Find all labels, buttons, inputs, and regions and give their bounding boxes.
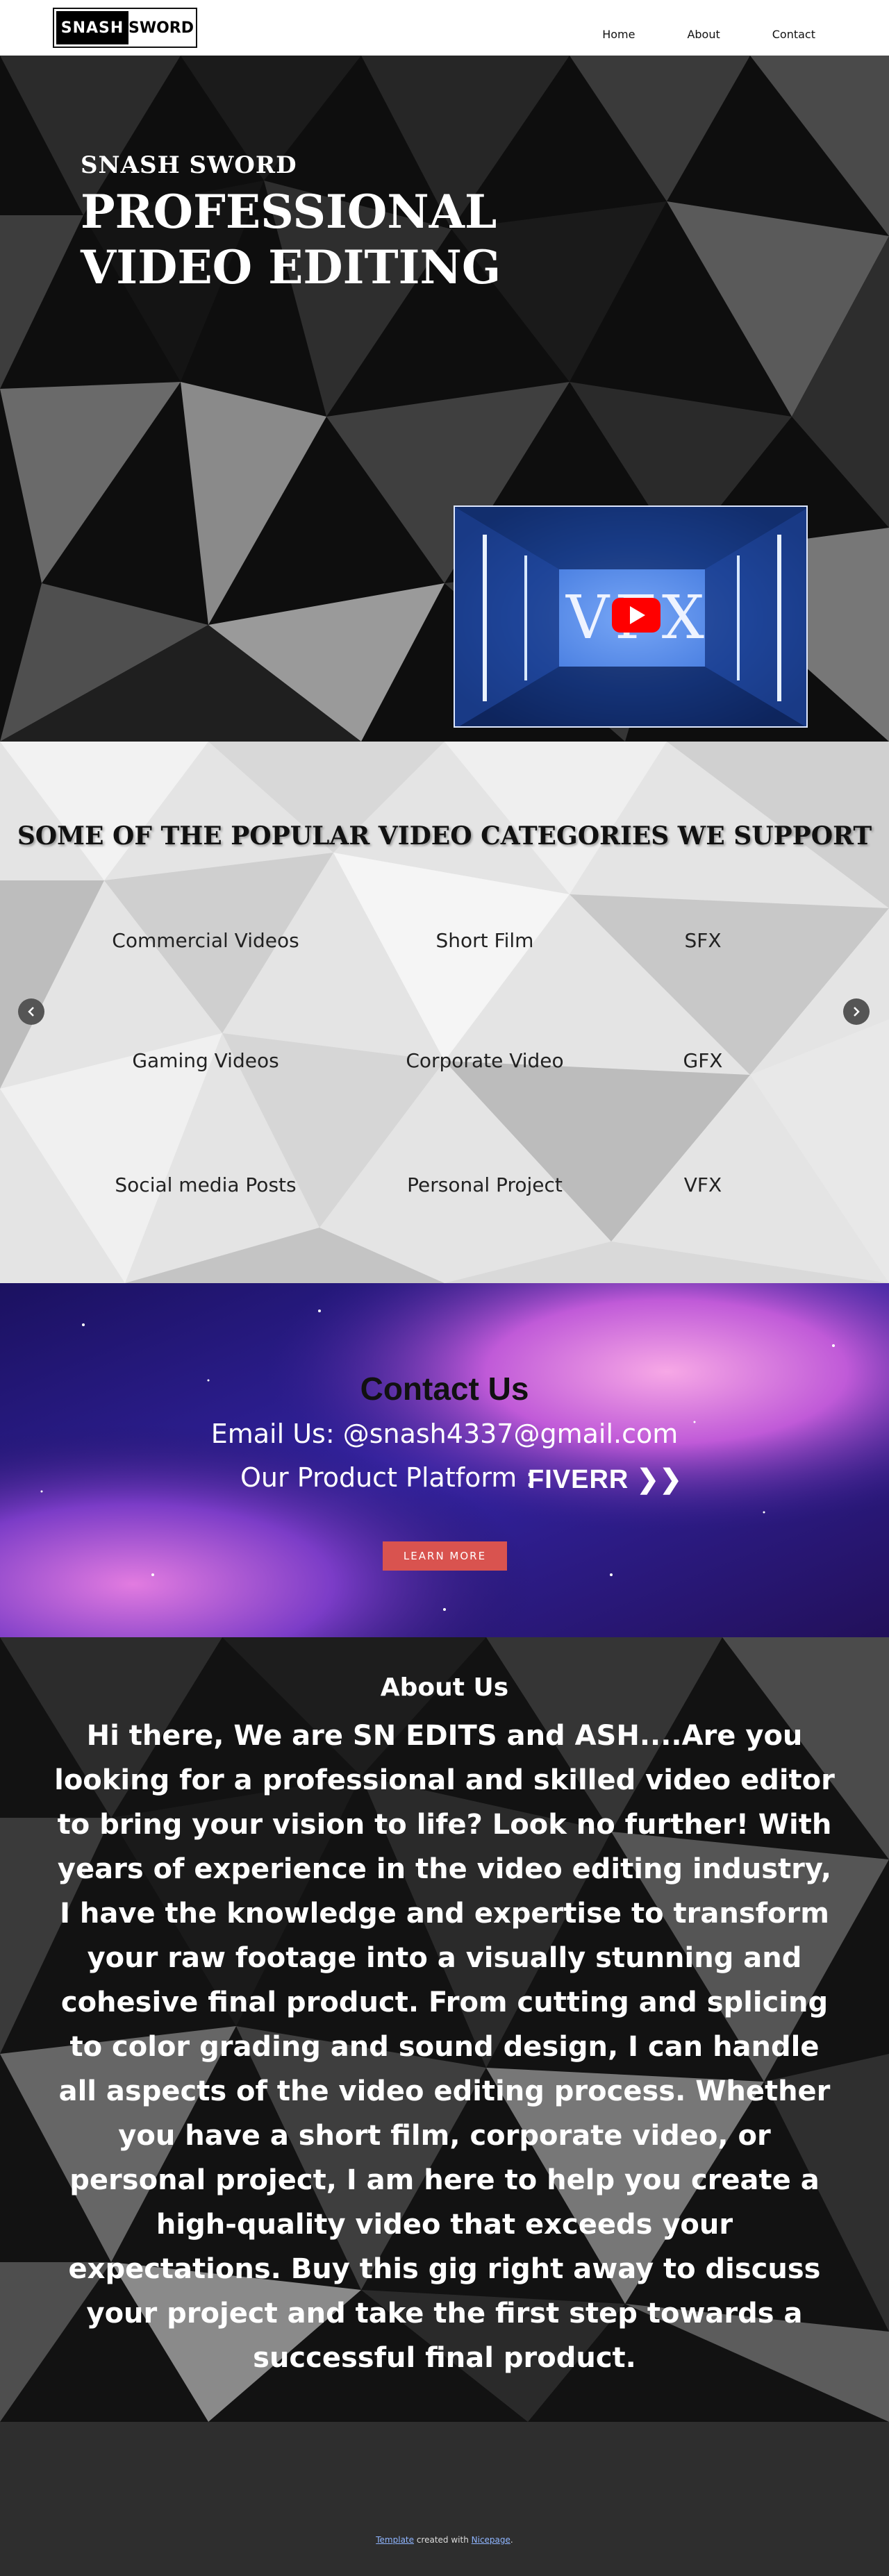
categories-heading: SOME OF THE POPULAR VIDEO CATEGORIES WE …	[17, 821, 872, 851]
footer-middle-text: created with	[414, 2535, 472, 2545]
category-personal-project: Personal Project	[407, 1173, 563, 1196]
about-title: About Us	[380, 1673, 509, 1702]
category-sfx: SFX	[684, 929, 722, 952]
contact-section: Contact Us Email Us: @snash4337@gmail.co…	[0, 1283, 889, 1637]
about-body-text: Hi there, We are SN EDITS and ASH....Are…	[54, 1720, 835, 2374]
category-commercial-videos: Commercial Videos	[112, 929, 299, 952]
carousel-prev-button[interactable]	[18, 998, 44, 1025]
double-chevron-right-icon: ❯❯	[636, 1465, 683, 1494]
footer-template-link[interactable]: Template	[376, 2535, 414, 2545]
hero-subtitle: SNASH SWORD	[81, 151, 297, 179]
category-corporate-video: Corporate Video	[406, 1049, 564, 1072]
contact-title: Contact Us	[360, 1371, 529, 1407]
nav-about[interactable]: About	[687, 28, 720, 41]
category-gaming-videos: Gaming Videos	[132, 1049, 279, 1072]
footer-end-text: .	[510, 2535, 513, 2545]
hero-section: SNASH SWORD PROFESSIONAL VIDEO EDITING V…	[0, 56, 889, 742]
category-social-media-posts: Social media Posts	[115, 1173, 297, 1196]
fiverr-text: FIVERR	[528, 1465, 629, 1494]
logo-left-text: SNASH	[56, 11, 128, 44]
chevron-right-icon	[854, 1007, 860, 1017]
main-nav: Home About Contact	[550, 28, 815, 41]
site-footer: Template created with Nicepage.	[0, 2422, 889, 2576]
carousel-next-button[interactable]	[843, 998, 870, 1025]
learn-more-button[interactable]: LEARN MORE	[383, 1541, 507, 1571]
logo[interactable]: SNASH SWORD	[53, 8, 197, 48]
nav-home[interactable]: Home	[602, 28, 635, 41]
video-embed[interactable]: VFX	[454, 505, 808, 728]
contact-email[interactable]: Email Us: @snash4337@gmail.com	[0, 1419, 889, 1449]
about-section: About Us Hi there, We are SN EDITS and A…	[0, 1637, 889, 2422]
categories-section: SOME OF THE POPULAR VIDEO CATEGORIES WE …	[0, 742, 889, 1283]
category-gfx: GFX	[683, 1049, 723, 1072]
category-vfx: VFX	[683, 1173, 722, 1196]
site-header: SNASH SWORD Home About Contact	[0, 0, 889, 56]
hero-title: PROFESSIONAL VIDEO EDITING	[81, 185, 501, 294]
footer-nicepage-link[interactable]: Nicepage	[472, 2535, 510, 2545]
fiverr-link[interactable]: FIVERR ❯❯	[528, 1464, 683, 1495]
platform-label: Our Product Platform :	[240, 1462, 535, 1493]
category-short-film: Short Film	[435, 929, 534, 952]
nav-contact[interactable]: Contact	[772, 28, 815, 41]
play-triangle-icon	[630, 606, 645, 624]
chevron-left-icon	[28, 1007, 34, 1017]
galaxy-background	[0, 1283, 889, 1637]
logo-right-text: SWORD	[128, 11, 194, 44]
footer-credit: Template created with Nicepage.	[0, 2535, 889, 2545]
youtube-play-icon[interactable]	[612, 598, 660, 633]
